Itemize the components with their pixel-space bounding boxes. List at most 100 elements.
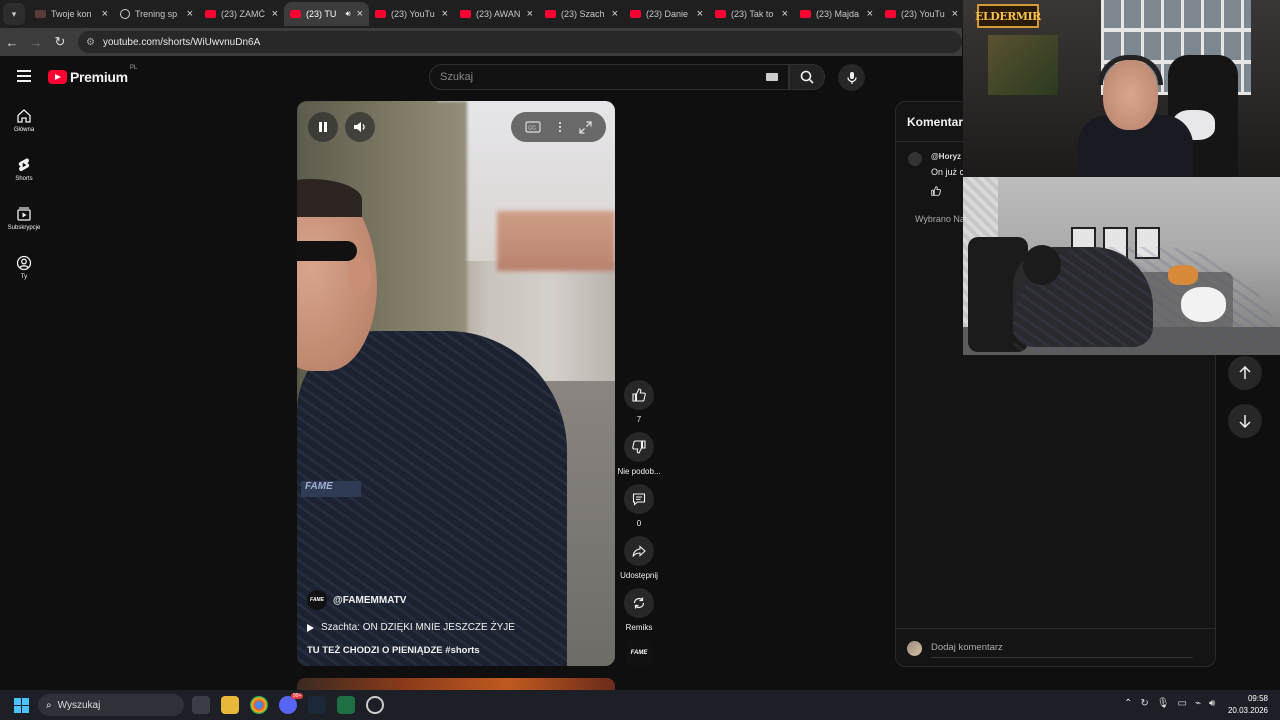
browser-tab[interactable]: (23) Tak to ×: [709, 2, 794, 26]
close-tab-icon[interactable]: ×: [952, 8, 958, 20]
dislike-label: Nie podob...: [617, 467, 661, 476]
taskbar-search[interactable]: ⌕ Wyszukaj: [38, 694, 184, 716]
search-input[interactable]: Szukaj: [429, 64, 789, 90]
comment-like-button[interactable]: [931, 186, 941, 198]
close-tab-icon[interactable]: ×: [697, 8, 703, 20]
steam-icon[interactable]: [308, 696, 326, 714]
update-icon[interactable]: ↻: [1140, 698, 1148, 709]
like-button[interactable]: [624, 380, 654, 410]
guide-item-home[interactable]: Główna: [0, 100, 48, 149]
guide-item-subscriptions[interactable]: Subskrypcje: [0, 198, 48, 247]
browser-tab[interactable]: (23) ZAMĆ ×: [199, 2, 284, 26]
youtube-header: Premium PL Szukaj: [0, 56, 962, 100]
volume-button[interactable]: [345, 112, 375, 142]
logo-text: Premium: [70, 69, 128, 85]
keyboard-icon[interactable]: [766, 73, 778, 81]
svg-text:CC: CC: [529, 126, 537, 132]
home-icon: [17, 109, 31, 123]
commenter-avatar[interactable]: [908, 152, 922, 166]
url-text: youtube.com/shorts/WiUwvnuDn6A: [102, 36, 261, 48]
channel-name[interactable]: @FAMEMMATV: [333, 595, 406, 606]
excel-icon[interactable]: [337, 696, 355, 714]
close-tab-icon[interactable]: ×: [612, 8, 618, 20]
next-short-button[interactable]: [1228, 404, 1262, 438]
browser-tab[interactable]: (23) AWAN ×: [454, 2, 539, 26]
chrome-icon[interactable]: [250, 696, 268, 714]
remix-button[interactable]: [624, 588, 654, 618]
browser-tab[interactable]: (23) Danie ×: [624, 2, 709, 26]
browser-tab[interactable]: (23) Majda ×: [794, 2, 879, 26]
browser-tab[interactable]: Twoje kon ×: [29, 2, 114, 26]
search-icon: ⌕: [46, 699, 52, 711]
guide-item-you[interactable]: Ty: [0, 247, 48, 296]
windows-taskbar: ⌕ Wyszukaj 99+ ⌃ ↻ 🎙︎ ▭ ⌁ 🔊︎ 09:58 20.03…: [0, 690, 1280, 720]
task-view-icon[interactable]: [192, 696, 210, 714]
tab-title: Twoje kon: [51, 9, 92, 19]
menu-icon[interactable]: [17, 70, 31, 82]
video-scene-buildings: [497, 211, 615, 271]
browser-tab[interactable]: (23) Szach ×: [539, 2, 624, 26]
browser-tab[interactable]: (23) YouTu ×: [879, 2, 964, 26]
fullscreen-icon[interactable]: [578, 120, 592, 134]
browser-tab[interactable]: (23) YouTu ×: [369, 2, 454, 26]
captions-icon[interactable]: CC: [525, 121, 541, 133]
comments-button[interactable]: [624, 484, 654, 514]
close-tab-icon[interactable]: ×: [442, 8, 448, 20]
system-clock[interactable]: 09:58 20.03.2026: [1228, 693, 1268, 717]
youtube-icon: [460, 10, 471, 18]
comments-action: 0: [618, 484, 660, 528]
file-explorer-icon[interactable]: [221, 696, 239, 714]
hashtag-link[interactable]: #shorts: [445, 645, 479, 656]
chevron-up-icon[interactable]: ⌃: [1124, 698, 1132, 709]
guide-label: Ty: [20, 274, 28, 280]
close-tab-icon[interactable]: ×: [357, 8, 363, 20]
search-button[interactable]: [789, 64, 825, 90]
speaker-icon[interactable]: 🔊︎: [346, 9, 351, 19]
browser-tab[interactable]: Trening sp ×: [114, 2, 199, 26]
forward-icon[interactable]: →: [24, 35, 48, 50]
close-tab-icon[interactable]: ×: [867, 8, 873, 20]
close-tab-icon[interactable]: ×: [527, 8, 533, 20]
youtube-icon: [630, 10, 641, 18]
pause-icon: [319, 122, 327, 132]
dislike-action: Nie podob...: [617, 432, 661, 476]
address-bar[interactable]: ⚙︎ youtube.com/shorts/WiUwvnuDn6A: [78, 31, 962, 53]
channel-row[interactable]: FAME @FAMEMMATV: [307, 590, 607, 610]
guide-label: Shorts: [15, 176, 33, 182]
close-tab-icon[interactable]: ×: [102, 8, 108, 20]
channel-avatar[interactable]: FAME: [307, 590, 327, 610]
guide-item-shorts[interactable]: Shorts: [0, 149, 48, 198]
close-tab-icon[interactable]: ×: [782, 8, 788, 20]
volume-icon[interactable]: 🔊︎: [1209, 698, 1215, 709]
monitor-icon[interactable]: ▭: [1177, 698, 1186, 709]
back-icon[interactable]: ←: [0, 35, 24, 50]
channel-thumbnail[interactable]: FAME: [626, 640, 652, 666]
tab-search-menu-button[interactable]: ▾: [3, 3, 25, 25]
pause-button[interactable]: [308, 112, 338, 142]
voice-search-button[interactable]: [838, 64, 865, 91]
obs-icon[interactable]: [366, 696, 384, 714]
next-short-preview[interactable]: [297, 678, 615, 690]
site-settings-icon[interactable]: ⚙︎: [86, 37, 95, 48]
shorts-video-player[interactable]: FAME CC FAME @FAMEMMATV Szachta: ON DZIĘ…: [297, 101, 615, 666]
close-tab-icon[interactable]: ×: [272, 8, 278, 20]
microphone-icon[interactable]: 🎙︎: [1157, 698, 1170, 709]
more-options-icon[interactable]: [558, 121, 562, 133]
related-video-link[interactable]: Szachta: ON DZIĘKI MNIE JESZCZE ŻYJE: [307, 622, 607, 633]
youtube-icon: [800, 10, 811, 18]
windows-start-icon[interactable]: [14, 698, 29, 713]
previous-short-button[interactable]: [1228, 356, 1262, 390]
network-icon[interactable]: ⌁: [1195, 698, 1201, 709]
youtube-play-icon: [48, 70, 67, 84]
add-comment-input[interactable]: Dodaj komentarz: [931, 642, 1003, 653]
commenter-name[interactable]: @Horyz: [931, 152, 961, 161]
play-icon: [307, 623, 314, 632]
dislike-button[interactable]: [624, 432, 654, 462]
browser-tab-active[interactable]: (23) TU 🔊︎ ×: [284, 2, 369, 26]
reload-icon[interactable]: ↻: [48, 34, 72, 50]
share-button[interactable]: [624, 536, 654, 566]
taskbar-search-label: Wyszukaj: [57, 699, 101, 711]
youtube-logo[interactable]: Premium PL: [48, 65, 137, 85]
youtube-icon: [375, 10, 386, 18]
close-tab-icon[interactable]: ×: [187, 8, 193, 20]
